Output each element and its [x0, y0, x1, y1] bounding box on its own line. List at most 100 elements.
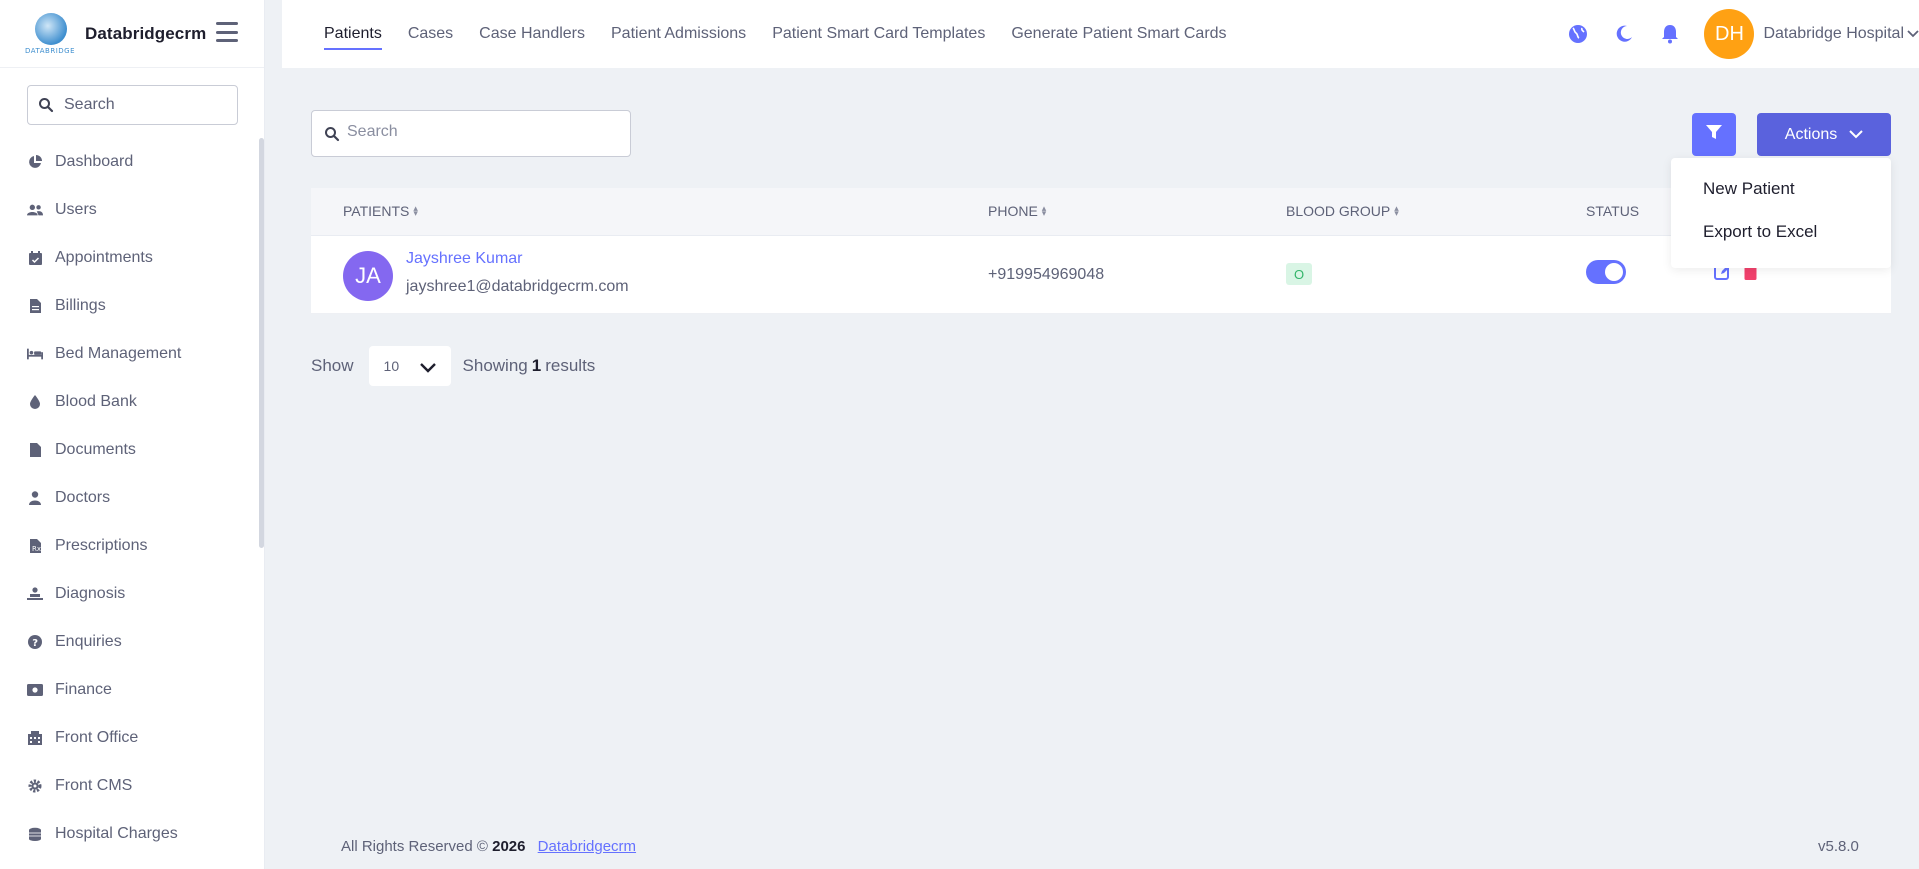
sidebar-item-enquiries[interactable]: ? Enquiries — [0, 618, 255, 666]
actions-label: Actions — [1784, 125, 1838, 143]
nav-tabs: Patients Cases Case Handlers Patient Adm… — [324, 0, 1253, 68]
tab-patient-smart-card-templates[interactable]: Patient Smart Card Templates — [772, 0, 985, 68]
sidebar-item-prescriptions[interactable]: Rx Prescriptions — [0, 522, 255, 570]
menu-toggle-icon[interactable] — [216, 22, 238, 42]
actions-button[interactable]: Actions — [1757, 113, 1891, 156]
moon-icon[interactable] — [1612, 22, 1636, 46]
sidebar-item-front-cms[interactable]: Front CMS — [0, 762, 255, 810]
column-label: PHONE — [988, 203, 1038, 219]
bell-icon[interactable] — [1658, 22, 1682, 46]
patients-table: PATIENTS ▴ ▾ PHONE ▴ ▾ BLOOD GROUP ▴ ▾ STAT… — [311, 188, 1891, 314]
top-actions: DH Databridge Hospital — [1566, 0, 1919, 68]
money-icon — [27, 682, 43, 698]
sidebar-item-label: Appointments — [55, 249, 153, 266]
coins-icon — [27, 826, 43, 842]
chevron-down-icon — [1907, 25, 1919, 43]
patient-avatar: JA — [343, 251, 393, 301]
column-header-phone[interactable]: PHONE ▴ ▾ — [988, 203, 1046, 219]
tab-patient-admissions[interactable]: Patient Admissions — [611, 0, 746, 68]
patient-search[interactable] — [311, 110, 631, 157]
sidebar-item-documents[interactable]: Documents — [0, 426, 255, 474]
sidebar-item-dashboard[interactable]: Dashboard — [0, 138, 255, 186]
sidebar-item-doctors[interactable]: Doctors — [0, 474, 255, 522]
search-icon — [324, 126, 340, 147]
filter-button[interactable] — [1692, 113, 1736, 156]
sidebar-item-label: Diagnosis — [55, 585, 126, 602]
gear-icon — [27, 778, 43, 794]
chevron-down-icon — [419, 360, 436, 376]
users-icon — [27, 202, 43, 218]
user-menu[interactable]: Databridge Hospital — [1763, 25, 1919, 43]
filter-icon — [1705, 123, 1723, 146]
patient-phone: +919954969048 — [988, 266, 1105, 283]
sort-icon: ▴ ▾ — [413, 203, 418, 218]
sidebar-item-diagnosis[interactable]: Diagnosis — [0, 570, 255, 618]
sidebar-item-label: Front CMS — [55, 777, 133, 794]
sidebar-item-label: Hospital Charges — [55, 825, 178, 842]
column-label: STATUS — [1586, 203, 1640, 219]
tab-cases[interactable]: Cases — [408, 0, 453, 68]
user-name: Databridge Hospital — [1763, 25, 1904, 42]
sidebar-item-billings[interactable]: Billings — [0, 282, 255, 330]
bed-icon — [27, 346, 43, 362]
table-row: JA Jayshree Kumar jayshree1@databridgecr… — [311, 236, 1891, 314]
sidebar-item-label: Billings — [55, 297, 106, 314]
calendar-check-icon — [27, 250, 43, 266]
footer: All Rights Reserved © 2026 Databridgecrm — [341, 838, 636, 855]
page-size-select[interactable]: 10 — [368, 346, 451, 386]
droplet-icon — [27, 394, 43, 410]
sidebar-item-label: Documents — [55, 441, 136, 458]
sidebar-search[interactable] — [27, 85, 238, 125]
sidebar-item-label: Dashboard — [55, 153, 134, 170]
tab-generate-patient-smart-cards[interactable]: Generate Patient Smart Cards — [1011, 0, 1226, 68]
footer-link[interactable]: Databridgecrm — [538, 838, 636, 855]
copyright-year: 2026 — [492, 838, 526, 855]
user-avatar[interactable]: DH — [1704, 9, 1755, 59]
sidebar-search-input[interactable] — [64, 96, 224, 114]
sidebar-item-hospital-charges[interactable]: Hospital Charges — [0, 810, 255, 858]
column-header-blood-group[interactable]: BLOOD GROUP ▴ ▾ — [1286, 203, 1399, 219]
export-excel-item[interactable]: Export to Excel — [1703, 222, 1817, 242]
sidebar-item-appointments[interactable]: Appointments — [0, 234, 255, 282]
brand-name: Databridgecrm — [85, 23, 207, 43]
showing-suffix: results — [545, 356, 596, 375]
sidebar-scrollbar[interactable] — [259, 138, 264, 548]
patient-search-input[interactable] — [347, 123, 617, 141]
new-patient-item[interactable]: New Patient — [1703, 179, 1795, 199]
pagination: Show 10 Showing 1 results — [311, 346, 595, 386]
globe-icon[interactable] — [1566, 22, 1590, 46]
page-size-value: 10 — [383, 358, 400, 374]
column-label: PATIENTS — [343, 203, 410, 219]
patient-email: jayshree1@databridgecrm.com — [406, 278, 629, 295]
sidebar-item-users[interactable]: Users — [0, 186, 255, 234]
status-toggle[interactable] — [1586, 260, 1626, 284]
doctor-icon — [27, 490, 43, 506]
column-header-patients[interactable]: PATIENTS ▴ ▾ — [343, 203, 418, 219]
search-icon — [38, 97, 54, 118]
question-circle-icon: ? — [27, 634, 43, 650]
chevron-down-icon — [1849, 126, 1863, 144]
actions-dropdown: New Patient Export to Excel — [1671, 158, 1891, 268]
patient-name-link[interactable]: Jayshree Kumar — [406, 250, 523, 268]
sidebar-item-bed-management[interactable]: Bed Management — [0, 330, 255, 378]
sidebar-menu: Dashboard Users Appointments Billings Be… — [0, 138, 255, 858]
tab-case-handlers[interactable]: Case Handlers — [479, 0, 585, 68]
tab-patients[interactable]: Patients — [324, 0, 382, 68]
svg-text:?: ? — [32, 638, 38, 649]
table-header: PATIENTS ▴ ▾ PHONE ▴ ▾ BLOOD GROUP ▴ ▾ STAT… — [311, 188, 1891, 236]
results-count: 1 — [531, 356, 542, 375]
sidebar: DATABRIDGE Databridgecrm Dashboard Users… — [0, 0, 265, 869]
brand: DATABRIDGE Databridgecrm — [0, 0, 264, 68]
brand-logo[interactable]: DATABRIDGE — [25, 11, 77, 57]
sidebar-item-label: Bed Management — [55, 345, 182, 362]
sidebar-item-finance[interactable]: Finance — [0, 666, 255, 714]
version-label: v5.8.0 — [1818, 838, 1859, 855]
sidebar-item-front-office[interactable]: Front Office — [0, 714, 255, 762]
sidebar-item-label: Finance — [55, 681, 112, 698]
top-bar: Patients Cases Case Handlers Patient Adm… — [282, 0, 1919, 68]
column-header-status: STATUS — [1586, 203, 1639, 219]
file-icon — [27, 442, 43, 458]
showing-prefix: Showing — [462, 356, 528, 375]
sidebar-item-label: Prescriptions — [55, 537, 148, 554]
sidebar-item-blood-bank[interactable]: Blood Bank — [0, 378, 255, 426]
